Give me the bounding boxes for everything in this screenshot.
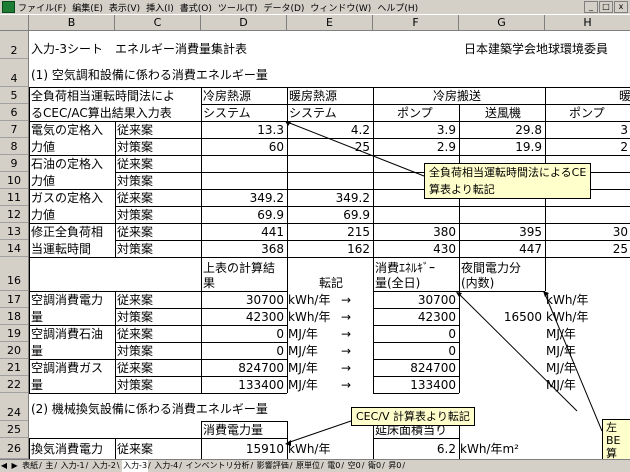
tab-input-4[interactable]: 入力-4 xyxy=(153,460,179,472)
worksheet-grid[interactable]: 入力-3シート エネルギー消費量集計表 日本建築学会地球環境委員 (1) 空気調… xyxy=(29,31,630,459)
callout-text-line3: 算 xyxy=(606,447,617,459)
row-header[interactable]: 14 xyxy=(0,240,28,257)
row-header[interactable]: 16 xyxy=(0,257,28,291)
menu-data[interactable]: データ(D) xyxy=(263,1,304,14)
row-header[interactable]: 20 xyxy=(0,342,28,359)
menu-format[interactable]: 書式(O) xyxy=(180,1,212,14)
row-header[interactable]: 2 xyxy=(0,31,28,59)
menu-bar: ファイル(F) 編集(E) 表示(V) 挿入(I) 書式(O) ツール(T) デ… xyxy=(0,0,630,15)
callout-right-note: 左 BE 算 xyxy=(602,419,630,459)
callout-leaders xyxy=(285,121,603,446)
tab-scroll-left-button[interactable]: ◀ xyxy=(0,460,8,472)
callout-text-line2: 算表より転記 xyxy=(429,183,495,196)
menu-view[interactable]: 表示(V) xyxy=(109,1,140,14)
row-header[interactable]: 26 xyxy=(0,438,28,459)
restore-button[interactable]: □ xyxy=(599,1,613,13)
callout-cec-ac-note: 全負荷相当運転時間法によるCE 算表より転記 xyxy=(424,163,592,199)
column-header-b[interactable]: B xyxy=(29,15,115,30)
excel-app-icon[interactable] xyxy=(2,1,15,13)
row-header[interactable]: 10 xyxy=(0,172,28,189)
column-header-e[interactable]: E xyxy=(287,15,373,30)
row-header[interactable]: 17 xyxy=(0,291,28,308)
menu-tools[interactable]: ツール(T) xyxy=(218,1,258,14)
callout-text-line1: 全負荷相当運転時間法によるCE xyxy=(429,166,587,179)
row-header[interactable]: 22 xyxy=(0,376,28,393)
menu-file[interactable]: ファイル(F) xyxy=(18,1,66,14)
callout-text-line2: BE xyxy=(606,434,621,447)
row-header[interactable]: 18 xyxy=(0,308,28,325)
row-header[interactable]: 8 xyxy=(0,138,28,155)
tab-elevator0[interactable]: 昇0 xyxy=(387,460,402,472)
row-header[interactable]: 12 xyxy=(0,206,28,223)
callout-text-line1: 左 xyxy=(606,421,617,434)
row-header[interactable]: 21 xyxy=(0,359,28,376)
sheet-tab-bar: ◀ ▶ 表紙/ 主/ 入力-1/ 入力-2\ 入力-3/ 入力-4/ インベント… xyxy=(0,459,630,472)
column-header-g[interactable]: G xyxy=(459,15,545,30)
column-header-c[interactable]: C xyxy=(115,15,201,30)
menu-insert[interactable]: 挿入(I) xyxy=(146,1,174,14)
menu-edit[interactable]: 編集(E) xyxy=(72,1,103,14)
callout-cec-v-note: CEC/V 計算表より転記 xyxy=(351,407,475,426)
menu-help[interactable]: ヘルプ(H) xyxy=(377,1,418,14)
row-header[interactable]: 25 xyxy=(0,421,28,438)
row-header[interactable]: 13 xyxy=(0,223,28,240)
row-header[interactable]: 6 xyxy=(0,104,28,121)
row-header[interactable]: 9 xyxy=(0,155,28,172)
column-header-d[interactable]: D xyxy=(201,15,287,30)
tab-scroll-right-button[interactable]: ▶ xyxy=(11,460,19,472)
tab-inventory-analysis[interactable]: インベントリ分析 xyxy=(185,460,251,472)
tab-elec0[interactable]: 電0 xyxy=(326,460,341,472)
minimize-button[interactable]: _ xyxy=(584,1,598,13)
column-header-bar: B C D E F G H xyxy=(0,15,630,31)
tab-unit-factor[interactable]: 原単位 xyxy=(295,460,321,472)
row-header[interactable]: 11 xyxy=(0,189,28,206)
tab-input-2[interactable]: 入力-2 xyxy=(91,460,117,472)
tab-sanitary0[interactable]: 衛0 xyxy=(367,460,382,472)
tab-impact-assessment[interactable]: 影響評価 xyxy=(256,460,290,472)
row-header[interactable]: 5 xyxy=(0,87,28,104)
menu-window[interactable]: ウィンドウ(W) xyxy=(310,1,371,14)
tab-air0[interactable]: 空0 xyxy=(347,460,362,472)
column-header-h[interactable]: H xyxy=(545,15,630,30)
row-header-bar: 2 4 5 6 7 8 9 10 11 12 13 14 16 17 18 19… xyxy=(0,31,29,459)
select-all-corner[interactable] xyxy=(0,15,29,30)
column-header-f[interactable]: F xyxy=(373,15,459,30)
row-header[interactable]: 19 xyxy=(0,325,28,342)
row-header[interactable]: 24 xyxy=(0,393,28,421)
tab-main[interactable]: 主 xyxy=(44,460,54,472)
tab-input-3[interactable]: 入力-3 xyxy=(122,460,149,472)
close-button[interactable]: x xyxy=(614,1,628,13)
tab-cover[interactable]: 表紙 xyxy=(21,460,39,472)
row-header[interactable]: 7 xyxy=(0,121,28,138)
spreadsheet-window: ファイル(F) 編集(E) 表示(V) 挿入(I) 書式(O) ツール(T) デ… xyxy=(0,0,630,472)
tab-input-1[interactable]: 入力-1 xyxy=(60,460,86,472)
row-header[interactable]: 4 xyxy=(0,59,28,87)
